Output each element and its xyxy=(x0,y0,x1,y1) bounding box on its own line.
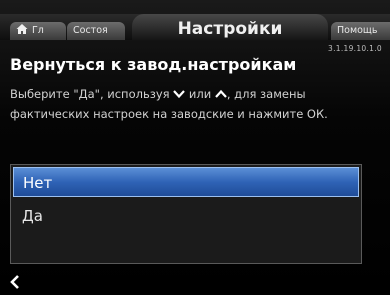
home-icon xyxy=(16,24,28,34)
tab-home-label: Гл xyxy=(32,25,44,36)
tab-help[interactable]: Помощь xyxy=(331,22,390,40)
options-list: Нет Да xyxy=(10,164,362,264)
tab-settings-label: Настройки xyxy=(177,19,283,39)
option-yes[interactable]: Да xyxy=(13,201,359,231)
description-text: Выберите "Да", используя или , для замен… xyxy=(10,84,382,124)
tab-home[interactable]: Гл xyxy=(10,22,66,40)
option-label: Нет xyxy=(23,174,53,192)
tab-status[interactable]: Состоя xyxy=(67,22,125,40)
back-arrow-icon[interactable] xyxy=(8,274,22,290)
page-title: Вернуться к завод.настройкам xyxy=(10,55,297,74)
option-no[interactable]: Нет xyxy=(13,167,359,197)
chevron-down-icon xyxy=(173,90,186,99)
description-part2: или xyxy=(188,87,212,101)
option-label: Да xyxy=(22,207,43,225)
tab-status-label: Состоя xyxy=(73,25,108,36)
description-part1: Выберите "Да", используя xyxy=(10,87,170,101)
settings-screen: Гл Состоя Настройки Помощь 3.1.19.10.1.0… xyxy=(0,0,390,295)
chevron-up-icon xyxy=(215,89,227,98)
version-label: 3.1.19.10.1.0 xyxy=(328,44,382,53)
tab-settings[interactable]: Настройки xyxy=(132,14,328,40)
tab-help-label: Помощь xyxy=(337,25,378,36)
